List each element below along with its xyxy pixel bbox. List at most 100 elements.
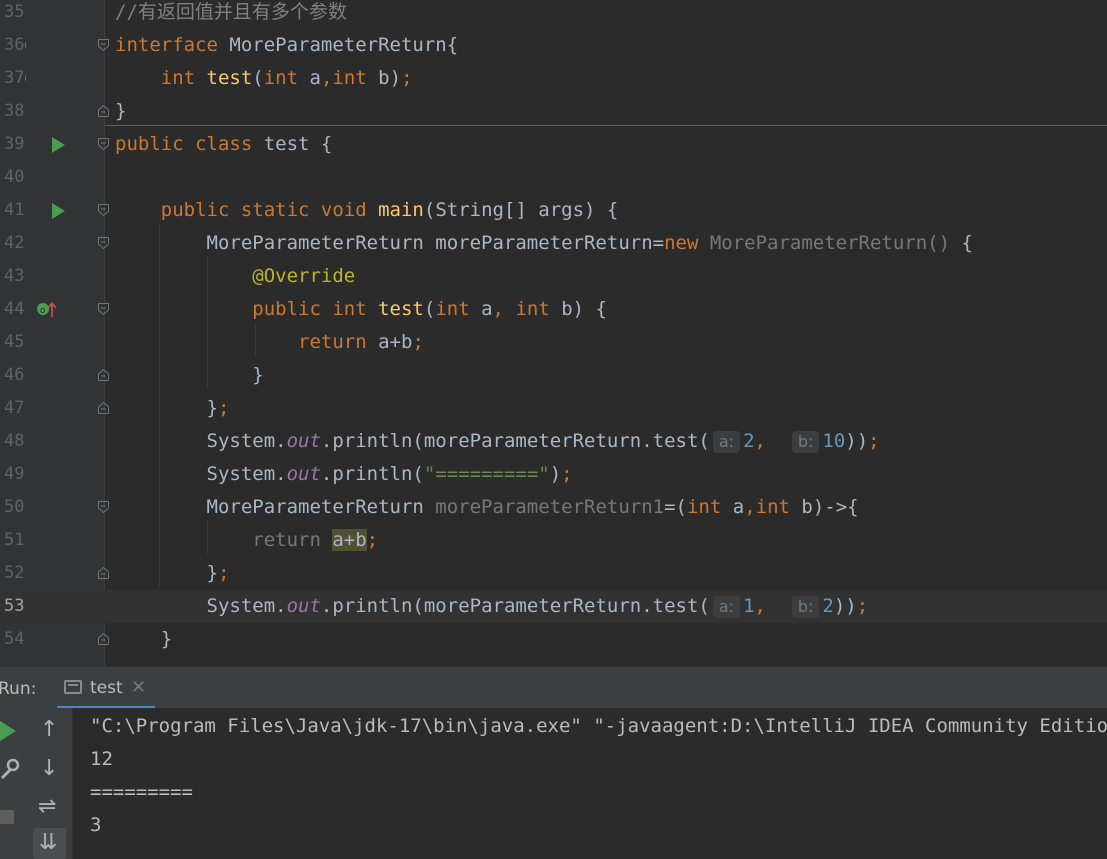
arrow-down-icon[interactable]: ↓ — [40, 756, 58, 781]
code-token: a+b — [332, 529, 367, 551]
code-line[interactable]: 42 MoreParameterReturn moreParameterRetu… — [0, 227, 1107, 260]
run-gutter-icon[interactable] — [52, 203, 65, 219]
fold-marker-icon[interactable] — [98, 39, 109, 51]
code-token: } — [115, 397, 218, 419]
stop-icon[interactable] — [0, 810, 14, 824]
code-token: MoreParameterReturn moreParameterReturn= — [115, 232, 665, 254]
code-text[interactable]: System.out.println(moreParameterReturn.t… — [115, 425, 880, 458]
soft-wrap-icon[interactable]: ⇌ — [38, 794, 56, 819]
code-token: , — [492, 298, 516, 320]
code-token: b) — [366, 67, 402, 89]
code-token: test { — [252, 133, 333, 155]
code-text[interactable]: System.out.println("========="); — [115, 458, 573, 491]
indent-guide — [207, 257, 208, 389]
code-text[interactable]: int test(int a,int b); — [115, 62, 413, 95]
code-line[interactable]: 38} — [0, 95, 1107, 128]
console-line: ========= — [90, 781, 193, 803]
code-token: test — [206, 67, 253, 89]
fold-marker-icon[interactable] — [98, 237, 109, 249]
code-text[interactable]: interface MoreParameterReturn{ — [115, 29, 458, 62]
fold-marker-icon[interactable] — [98, 204, 109, 216]
code-text[interactable]: MoreParameterReturn moreParameterReturn=… — [115, 227, 973, 260]
implemented-icon[interactable]: I — [0, 37, 26, 55]
scroll-to-end-button[interactable]: ⇊ — [33, 828, 66, 859]
code-line[interactable]: 54 } — [0, 623, 1107, 656]
fold-marker-icon[interactable] — [98, 369, 109, 381]
code-text[interactable]: return a+b; — [115, 524, 378, 557]
code-text[interactable]: }; — [115, 557, 230, 590]
run-toolbar: Run: test × — [0, 666, 1107, 709]
code-text[interactable]: }; — [115, 392, 230, 425]
line-number: 47 — [4, 398, 25, 418]
code-line[interactable]: 41 public static void main(String[] args… — [0, 194, 1107, 227]
code-token: , — [754, 430, 789, 452]
implemented-icon[interactable]: I — [0, 70, 26, 88]
wrench-icon[interactable] — [0, 758, 20, 780]
code-text[interactable]: } — [115, 623, 172, 656]
console-line: "C:\Program Files\Java\jdk-17\bin\java.e… — [90, 715, 1107, 737]
code-line[interactable]: 40 — [0, 161, 1107, 194]
fold-marker-icon[interactable] — [98, 138, 109, 150]
code-line[interactable]: 35 //有返回值并且有多个参数 — [0, 0, 1107, 29]
code-line[interactable]: 46 } — [0, 359, 1107, 392]
code-token: int — [686, 496, 722, 518]
line-number: 35 — [4, 2, 25, 22]
fold-marker-icon[interactable] — [98, 567, 109, 579]
code-line[interactable]: 51 return a+b; — [0, 524, 1107, 557]
code-text[interactable]: System.out.println(moreParameterReturn.t… — [115, 590, 868, 623]
code-line[interactable]: 48 System.out.println(moreParameterRetur… — [0, 425, 1107, 458]
fold-marker-icon[interactable] — [98, 105, 109, 117]
code-text[interactable]: MoreParameterReturn moreParameterReturn1… — [115, 491, 859, 524]
rerun-icon[interactable] — [0, 721, 18, 741]
overrides-icon[interactable]: o — [36, 301, 62, 319]
code-text[interactable]: @Override — [115, 260, 355, 293]
code-token: public int — [115, 298, 379, 320]
code-token: //有返回值并且有多个参数 — [115, 1, 347, 23]
code-line[interactable]: 43 @Override — [0, 260, 1107, 293]
code-token: 10 — [822, 430, 846, 452]
code-line[interactable]: 45 return a+b; — [0, 326, 1107, 359]
code-token: new — [664, 232, 710, 254]
line-number: 43 — [4, 266, 25, 286]
code-text[interactable]: public class test { — [115, 128, 332, 161]
code-line[interactable]: 44 o public int test(int a, int b) { — [0, 293, 1107, 326]
code-editor[interactable]: 35 //有返回值并且有多个参数 36Iinterface MoreParamete… — [0, 0, 1107, 666]
code-text[interactable]: //有返回值并且有多个参数 — [115, 0, 347, 29]
tab-test[interactable]: test × — [57, 667, 155, 709]
line-number: 48 — [4, 431, 25, 451]
code-line[interactable]: 39 public class test { — [0, 128, 1107, 161]
code-line[interactable]: 36Iinterface MoreParameterReturn{ — [0, 29, 1107, 62]
close-tab-icon[interactable]: × — [131, 676, 146, 697]
indent-guide — [159, 224, 160, 587]
code-text[interactable]: public int test(int a, int b) { — [115, 293, 607, 326]
code-token: } — [115, 100, 127, 122]
code-text[interactable]: public static void main(String[] args) { — [115, 194, 619, 227]
fold-marker-icon[interactable] — [98, 633, 109, 645]
code-token: moreParameterReturn1 — [435, 496, 665, 518]
code-token: System. — [115, 463, 287, 485]
console-output[interactable]: "C:\Program Files\Java\jdk-17\bin\java.e… — [90, 708, 1107, 859]
run-gutter-icon[interactable] — [52, 137, 65, 153]
code-token: int — [332, 67, 367, 89]
code-text[interactable]: } — [115, 359, 263, 392]
code-text[interactable]: } — [115, 95, 126, 128]
code-token: )) — [833, 595, 857, 617]
code-token: } — [115, 562, 218, 584]
code-text[interactable]: return a+b; — [115, 326, 424, 359]
code-token: , — [744, 496, 756, 518]
fold-marker-icon[interactable] — [98, 303, 109, 315]
fold-marker-icon[interactable] — [98, 501, 109, 513]
code-line[interactable]: 47 }; — [0, 392, 1107, 425]
code-line[interactable]: 37I int test(int a,int b); — [0, 62, 1107, 95]
code-line[interactable]: 50 MoreParameterReturn moreParameterRetu… — [0, 491, 1107, 524]
fold-marker-icon[interactable] — [98, 402, 109, 414]
line-number: 45 — [4, 332, 25, 352]
code-line[interactable]: 53 System.out.println(moreParameterRetur… — [0, 590, 1107, 623]
console-tab-icon — [64, 680, 82, 694]
arrow-up-icon[interactable]: ↑ — [40, 717, 58, 742]
line-number: 52 — [4, 563, 25, 583]
code-token: ( — [423, 298, 436, 320]
code-line[interactable]: 52 }; — [0, 557, 1107, 590]
method-separator — [105, 125, 1107, 126]
code-line[interactable]: 49 System.out.println("========="); — [0, 458, 1107, 491]
